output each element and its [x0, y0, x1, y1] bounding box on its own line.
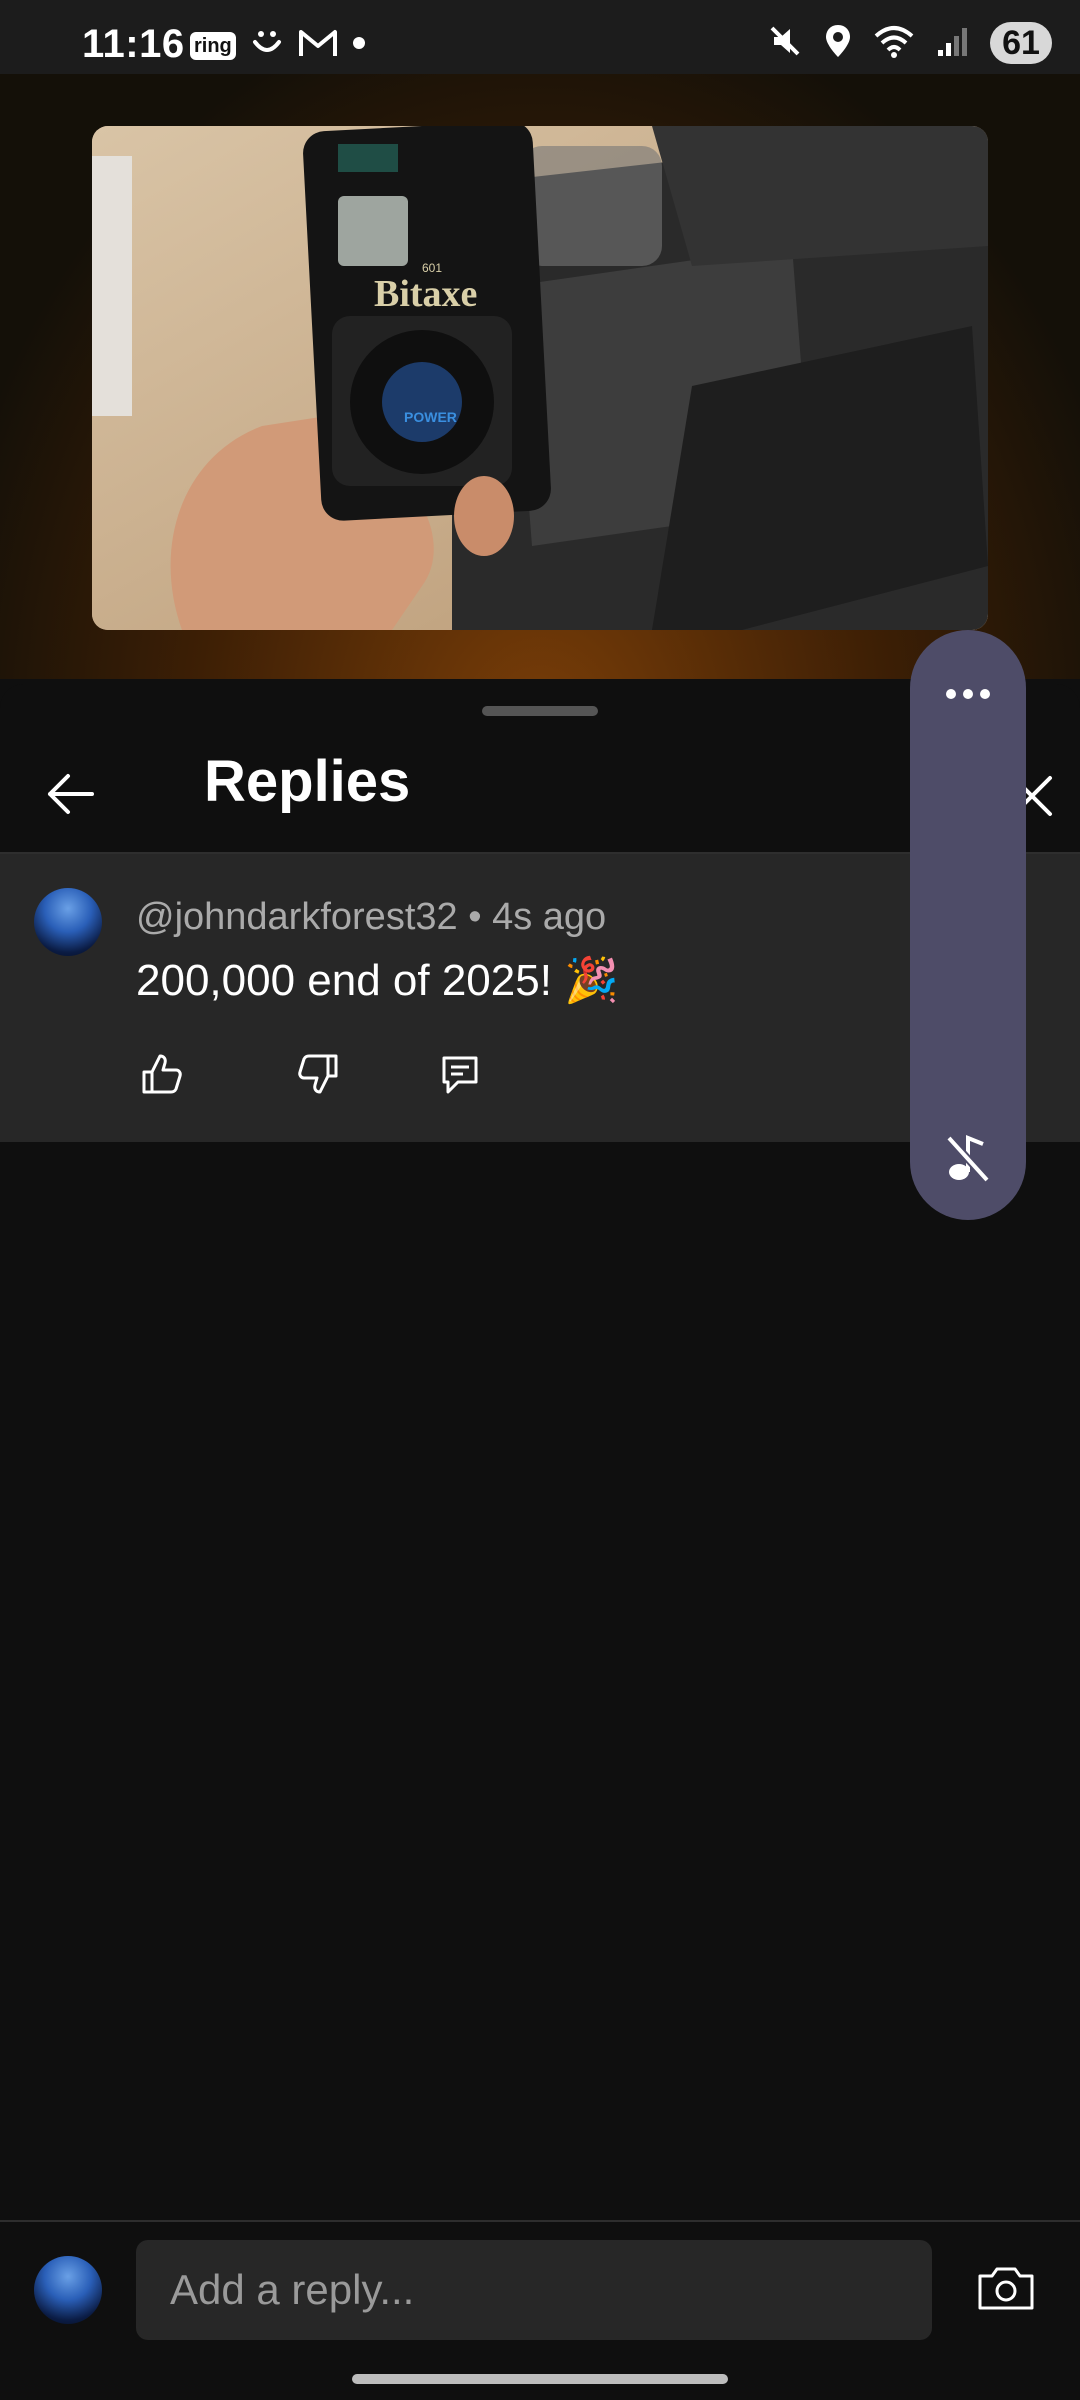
like-button[interactable] [136, 1050, 188, 1102]
comment-text: 200,000 end of 2025! 🎉 [136, 956, 619, 1005]
gmail-icon [298, 28, 338, 63]
home-indicator[interactable] [352, 2374, 728, 2384]
comment-meta: @johndarkforest32 • 4s ago [136, 896, 606, 939]
dot-icon [352, 36, 366, 55]
thumbs-up-icon [140, 1052, 184, 1101]
battery-icon: 61 [990, 22, 1052, 64]
video-thumbnail[interactable]: Bitaxe 601 POWER [92, 126, 988, 630]
status-bar: 11:16 ring 61 [0, 0, 1080, 74]
device-model: 601 [422, 261, 442, 275]
dislike-button[interactable] [292, 1050, 344, 1102]
thumbs-down-icon [296, 1052, 340, 1101]
avatar[interactable] [34, 888, 102, 956]
comment-time: 4s ago [492, 896, 607, 938]
system-icons: 61 [768, 22, 1052, 64]
video-frame-image: Bitaxe 601 POWER [92, 126, 988, 630]
reply-bar: Add a reply... [0, 2220, 1080, 2400]
notification-icons: ring [190, 26, 366, 65]
camera-button[interactable] [972, 2258, 1040, 2322]
ring-icon: ring [190, 31, 236, 60]
more-button[interactable] [910, 666, 1026, 726]
comment-actions [136, 1050, 486, 1102]
reply-button[interactable] [434, 1050, 486, 1102]
smiley-icon [250, 26, 284, 65]
meta-separator: • [457, 896, 493, 938]
reply-icon [438, 1052, 482, 1101]
video-player[interactable]: Bitaxe 601 POWER [0, 74, 1080, 754]
device-label: Bitaxe [374, 273, 477, 315]
location-icon [824, 23, 852, 64]
drag-handle[interactable] [482, 706, 598, 716]
arrow-left-icon [44, 768, 96, 825]
wifi-icon [874, 24, 914, 63]
camera-icon [976, 2264, 1036, 2317]
music-off-button[interactable] [910, 1130, 1026, 1190]
more-horizontal-icon [944, 687, 992, 706]
status-time: 11:16 [82, 22, 185, 66]
divider [0, 2220, 1080, 2222]
avatar[interactable] [34, 2256, 102, 2324]
reply-input[interactable]: Add a reply... [136, 2240, 932, 2340]
fan-brand: POWER [404, 409, 457, 425]
music-off-icon [943, 1132, 993, 1189]
signal-icon [936, 24, 968, 63]
back-button[interactable] [38, 764, 102, 828]
floating-panel [910, 630, 1026, 1220]
mute-icon [768, 24, 802, 63]
page-title: Replies [204, 749, 411, 814]
comment-author[interactable]: @johndarkforest32 [136, 896, 458, 938]
